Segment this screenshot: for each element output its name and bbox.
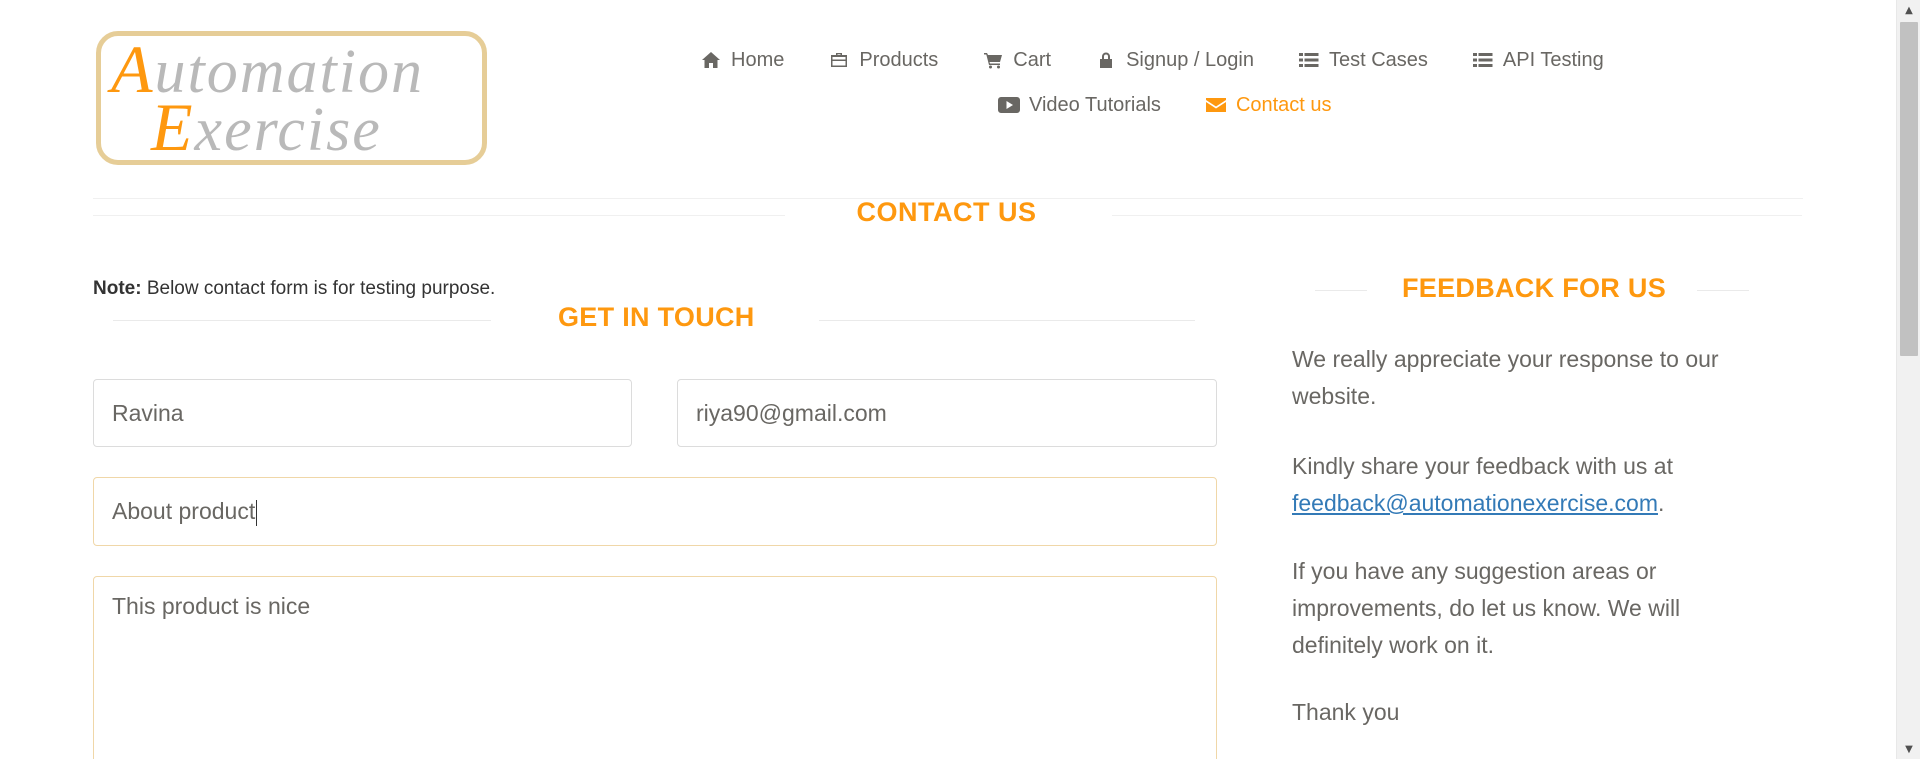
nav-test-cases-label: Test Cases	[1328, 48, 1428, 71]
message-field[interactable]: This product is nice	[93, 576, 1217, 759]
logo-line-2: Exercise	[151, 89, 382, 165]
note-text: Below contact form is for testing purpos…	[141, 278, 496, 299]
subject-value: About product	[112, 498, 256, 524]
nav-signup-login[interactable]: Signup / Login	[1095, 49, 1254, 72]
email-field[interactable]: riya90@gmail.com	[677, 379, 1217, 447]
feedback-paragraph-4: Thank you	[1292, 699, 1400, 725]
feedback-paragraph-1: We really appreciate your response to ou…	[1292, 346, 1719, 409]
nav-video-tutorials[interactable]: Video Tutorials	[998, 94, 1161, 117]
nav-video-tutorials-label: Video Tutorials	[1029, 93, 1161, 116]
nav-api-testing[interactable]: API Testing	[1472, 49, 1604, 72]
nav-cart[interactable]: Cart	[982, 49, 1051, 72]
nav-contact-us-label: Contact us	[1235, 93, 1332, 116]
youtube-play-icon	[998, 95, 1020, 115]
note-label: Note:	[93, 278, 142, 299]
nav-row-2: Video Tutorials Contact us	[998, 87, 1376, 123]
feedback-paragraph-2-text: Kindly share your feedback with us at	[1292, 453, 1673, 479]
nav-contact-us[interactable]: Contact us	[1205, 94, 1332, 117]
form-note: Note: Below contact form is for testing …	[93, 278, 495, 300]
envelope-icon	[1205, 95, 1227, 115]
feedback-email-link[interactable]: feedback@automationexercise.com	[1292, 490, 1658, 516]
get-in-touch-divider-left	[113, 320, 491, 321]
scroll-up-arrow-icon[interactable]: ▲	[1897, 0, 1920, 20]
feedback-paragraph-2: Kindly share your feedback with us at fe…	[1292, 448, 1762, 522]
nav-home-label: Home	[731, 48, 785, 71]
get-in-touch-title: GET IN TOUCH	[558, 302, 755, 332]
text-caret	[256, 499, 258, 526]
lock-icon	[1095, 50, 1117, 70]
nav-home[interactable]: Home	[700, 49, 784, 72]
cart-icon	[982, 50, 1004, 70]
get-in-touch-divider-right	[819, 320, 1195, 321]
nav-products[interactable]: Products	[828, 49, 938, 72]
nav-cart-label: Cart	[1013, 48, 1052, 71]
nav-api-testing-label: API Testing	[1502, 48, 1604, 71]
feedback-paragraph-2-end: .	[1657, 490, 1665, 516]
briefcase-icon	[828, 50, 850, 70]
feedback-divider-right	[1697, 290, 1749, 291]
nav-test-cases[interactable]: Test Cases	[1298, 49, 1428, 72]
page-title: CONTACT US	[856, 197, 1037, 227]
nav-products-label: Products	[859, 48, 939, 71]
home-icon	[700, 50, 722, 70]
scroll-down-arrow-icon[interactable]: ▼	[1897, 739, 1920, 759]
nav-row-1: Home Products Cart Signup / Login Test C…	[700, 42, 1648, 78]
vertical-scrollbar[interactable]: ▲ ▼	[1896, 0, 1920, 759]
nav-signup-login-label: Signup / Login	[1126, 48, 1254, 71]
scrollbar-thumb[interactable]	[1900, 22, 1918, 356]
name-field[interactable]: Ravina	[93, 379, 632, 447]
subject-field[interactable]: About product	[93, 477, 1217, 546]
feedback-divider-left	[1315, 290, 1367, 291]
feedback-paragraph-3: If you have any suggestion areas or impr…	[1292, 558, 1681, 658]
feedback-title: FEEDBACK FOR US	[1402, 273, 1667, 303]
list-icon	[1298, 50, 1320, 70]
list-icon	[1472, 50, 1494, 70]
site-logo[interactable]: Automation Exercise	[96, 31, 487, 165]
